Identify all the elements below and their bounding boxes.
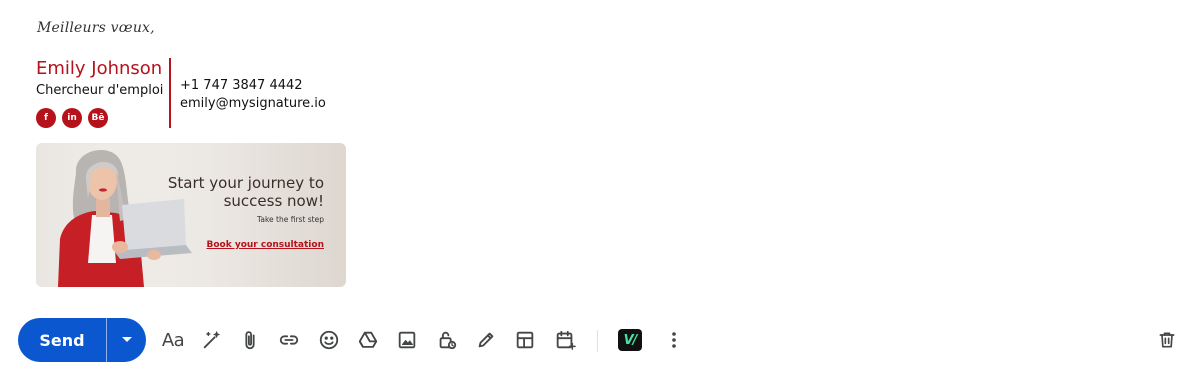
set-up-time-icon[interactable] [546,321,584,359]
signature-email[interactable]: emily@mysignature.io [180,95,326,113]
signature-greeting: Meilleurs vœux, [37,20,155,36]
discard-draft-icon[interactable] [1148,321,1186,359]
insert-signature-icon[interactable] [467,321,505,359]
banner-subtitle: Take the first step [257,215,324,224]
attach-file-icon[interactable] [231,321,269,359]
send-button-group: Send [18,318,146,362]
insert-drive-file-icon[interactable] [349,321,387,359]
book-consultation-link[interactable]: Book your consultation [206,240,324,250]
facebook-icon[interactable]: f [36,108,56,128]
signature-divider [169,58,171,128]
compose-toolbar: Send Aa V/ [0,316,1198,364]
signature-banner[interactable]: Start your journey to success now! Take … [36,143,346,287]
signature-role: Chercheur d'emploi [36,83,164,98]
insert-photo-icon[interactable] [388,321,426,359]
linkedin-icon[interactable]: in [62,108,82,128]
confidential-mode-icon[interactable] [428,321,466,359]
more-send-options-icon[interactable] [107,318,146,362]
behance-icon[interactable]: Bē [88,108,108,128]
toolbar-separator [597,330,598,352]
signature-contact: +1 747 3847 4442 emily@mysignature.io [180,77,326,113]
banner-photo [36,143,196,287]
more-options-icon[interactable] [655,321,693,359]
send-button[interactable]: Send [18,318,106,362]
banner-title: Start your journey to success now! [167,174,324,210]
social-links: f in Bē [36,108,108,128]
insert-emoji-icon[interactable] [310,321,348,359]
formatting-options-label: Aa [161,329,185,351]
formatting-options-icon[interactable]: Aa [154,321,192,359]
help-me-write-icon[interactable] [193,321,231,359]
insert-link-icon[interactable] [270,321,308,359]
signature-name: Emily Johnson [36,58,163,79]
layouts-icon[interactable] [506,321,544,359]
signature-extension-icon[interactable]: V/ [611,321,649,359]
extension-badge: V/ [618,329,642,351]
signature-phone[interactable]: +1 747 3847 4442 [180,77,326,95]
